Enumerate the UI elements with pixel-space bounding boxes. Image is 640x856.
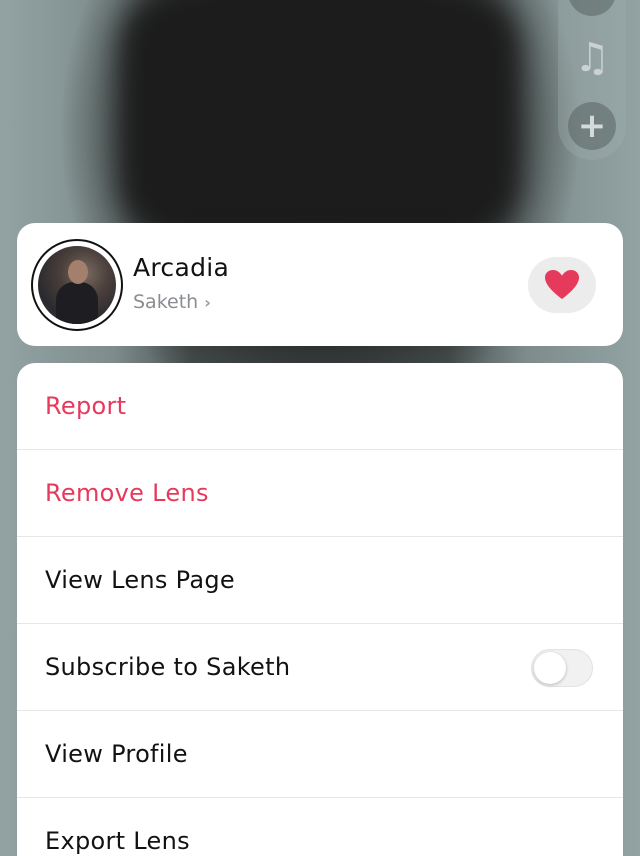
report-menu-item[interactable]: Report bbox=[17, 363, 623, 450]
subscribe-label: Subscribe to Saketh bbox=[45, 653, 291, 681]
heart-icon bbox=[545, 270, 579, 299]
music-icon[interactable]: ♫ bbox=[570, 34, 614, 82]
toggle-knob bbox=[534, 652, 566, 684]
remove-lens-menu-item[interactable]: Remove Lens bbox=[17, 450, 623, 537]
creator-link[interactable]: Saketh › bbox=[133, 291, 211, 313]
lens-options-menu: Report Remove Lens View Lens Page Subscr… bbox=[17, 363, 623, 856]
avatar-image bbox=[38, 246, 116, 324]
chevron-right-icon: › bbox=[204, 292, 211, 312]
subscribe-menu-item[interactable]: Subscribe to Saketh bbox=[17, 624, 623, 711]
view-profile-menu-item[interactable]: View Profile bbox=[17, 711, 623, 798]
avatar-figure-body bbox=[56, 282, 98, 324]
camera-preview bbox=[120, 0, 520, 240]
add-icon[interactable]: + bbox=[568, 102, 616, 150]
favorite-button[interactable] bbox=[528, 257, 596, 313]
lens-info-card: Arcadia Saketh › bbox=[17, 223, 623, 346]
avatar-figure-head bbox=[68, 260, 88, 284]
lens-name: Arcadia bbox=[133, 253, 230, 282]
creator-name: Saketh bbox=[133, 291, 199, 313]
export-lens-menu-item[interactable]: Export Lens bbox=[17, 798, 623, 856]
view-lens-page-menu-item[interactable]: View Lens Page bbox=[17, 537, 623, 624]
subscribe-toggle[interactable] bbox=[531, 649, 593, 687]
lens-avatar[interactable] bbox=[31, 239, 123, 331]
